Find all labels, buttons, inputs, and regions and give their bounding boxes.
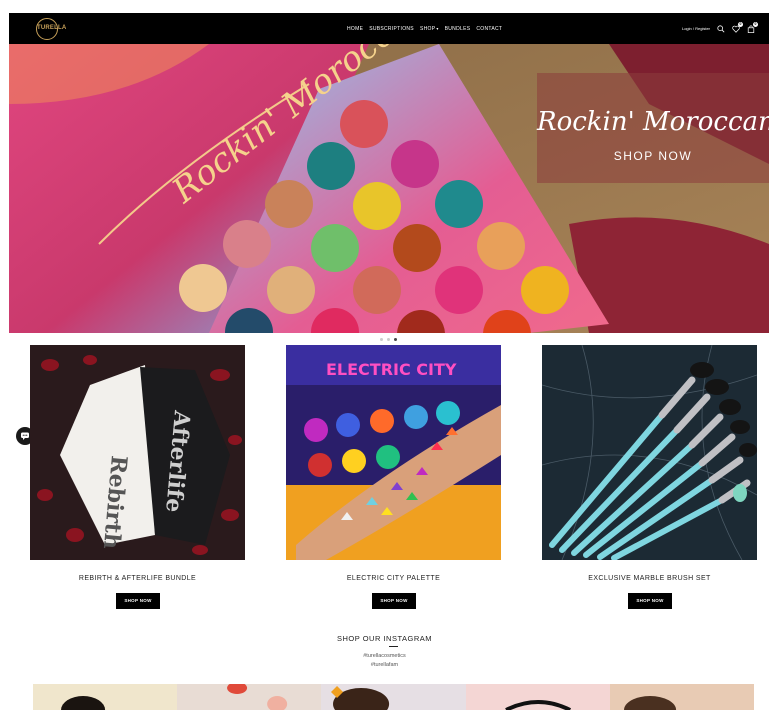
instagram-section-title: SHOP OUR INSTAGRAM (337, 634, 432, 643)
carousel-dots (380, 338, 397, 341)
header-actions: Login / Register 0 0 (682, 13, 758, 44)
instagram-image (227, 684, 288, 710)
search-button[interactable] (716, 24, 725, 33)
wishlist-button[interactable]: 0 (731, 22, 743, 33)
product-image[interactable]: Rebirth Afterlife (30, 345, 245, 560)
electric-city-image: ELECTRIC CITY (286, 345, 501, 560)
rebirth-afterlife-image: Rebirth Afterlife (30, 345, 245, 560)
hashtag-link[interactable]: #turellafam (0, 662, 769, 668)
shop-now-button[interactable]: SHOP NOW (116, 593, 160, 609)
page: TURELLA HOME SUBSCRIPTIONS SHOP▾ BUNDLES… (0, 0, 769, 710)
instagram-image (623, 696, 676, 710)
product-name: EXCLUSIVE MARBLE BRUSH SET (588, 575, 711, 582)
product-image[interactable]: ELECTRIC CITY (286, 345, 501, 560)
product-card-marble-brush-set: EXCLUSIVE MARBLE BRUSH SET SHOP NOW (542, 345, 757, 609)
shop-now-button[interactable]: SHOP NOW (372, 593, 416, 609)
divider (389, 646, 398, 647)
nav-bundles[interactable]: BUNDLES (445, 26, 471, 32)
wishlist-count-badge: 0 (738, 22, 743, 27)
nav-subscriptions[interactable]: SUBSCRIPTIONS (369, 26, 414, 32)
marble-brush-image (542, 345, 757, 560)
chat-bubble-icon (21, 432, 29, 440)
chevron-down-icon: ▾ (436, 25, 439, 31)
instagram-image (331, 686, 390, 710)
search-icon (716, 24, 724, 32)
instagram-post[interactable] (609, 684, 755, 710)
hero-overlay-panel: Rockin' Moroccan SHOP NOW (537, 73, 769, 183)
carousel-dot-3[interactable] (394, 338, 397, 341)
main-nav: HOME SUBSCRIPTIONS SHOP▾ BUNDLES CONTACT (347, 13, 502, 44)
instagram-image (61, 696, 106, 710)
instagram-image (504, 700, 571, 710)
hero-title: Rockin' Moroccan (537, 107, 769, 137)
carousel-dot-2[interactable] (387, 338, 390, 341)
nav-shop-label: SHOP (419, 25, 436, 32)
product-image[interactable] (542, 345, 757, 560)
hero-banner[interactable]: Rockin' Moroccan Rockin' Moroccan SHOP N… (9, 44, 769, 333)
login-register-link[interactable]: Login / Register (682, 26, 710, 31)
hashtag-link[interactable]: #turellacosmetics (0, 653, 769, 659)
product-name: ELECTRIC CITY PALETTE (346, 575, 441, 582)
product-card-electric-city: ELECTRIC CITY ELECTRIC CITY PALETTE SHOP… (286, 345, 501, 609)
brand-logo[interactable]: TURELLA (36, 18, 66, 40)
cart-count-badge: 0 (753, 22, 758, 27)
instagram-post[interactable] (177, 684, 322, 710)
instagram-feed (33, 684, 755, 710)
site-header: TURELLA HOME SUBSCRIPTIONS SHOP▾ BUNDLES… (9, 13, 769, 44)
nav-home[interactable]: HOME (347, 26, 363, 32)
cart-button[interactable]: 0 (746, 22, 758, 33)
instagram-post[interactable] (321, 684, 466, 710)
nav-contact[interactable]: CONTACT (476, 26, 502, 32)
product-card-rebirth-afterlife: Rebirth Afterlife REBIRTH & AFTERLIFE BU… (30, 345, 245, 609)
instagram-post[interactable] (465, 684, 610, 710)
carousel-dot-1[interactable] (380, 338, 383, 341)
nav-shop[interactable]: SHOP▾ (420, 26, 439, 32)
product-name: REBIRTH & AFTERLIFE BUNDLE (78, 575, 197, 582)
electric-city-text: ELECTRIC CITY (326, 360, 457, 379)
shop-now-button[interactable]: SHOP NOW (628, 593, 672, 609)
hero-shop-now-link[interactable]: SHOP NOW (537, 149, 769, 163)
instagram-post[interactable] (33, 684, 178, 710)
